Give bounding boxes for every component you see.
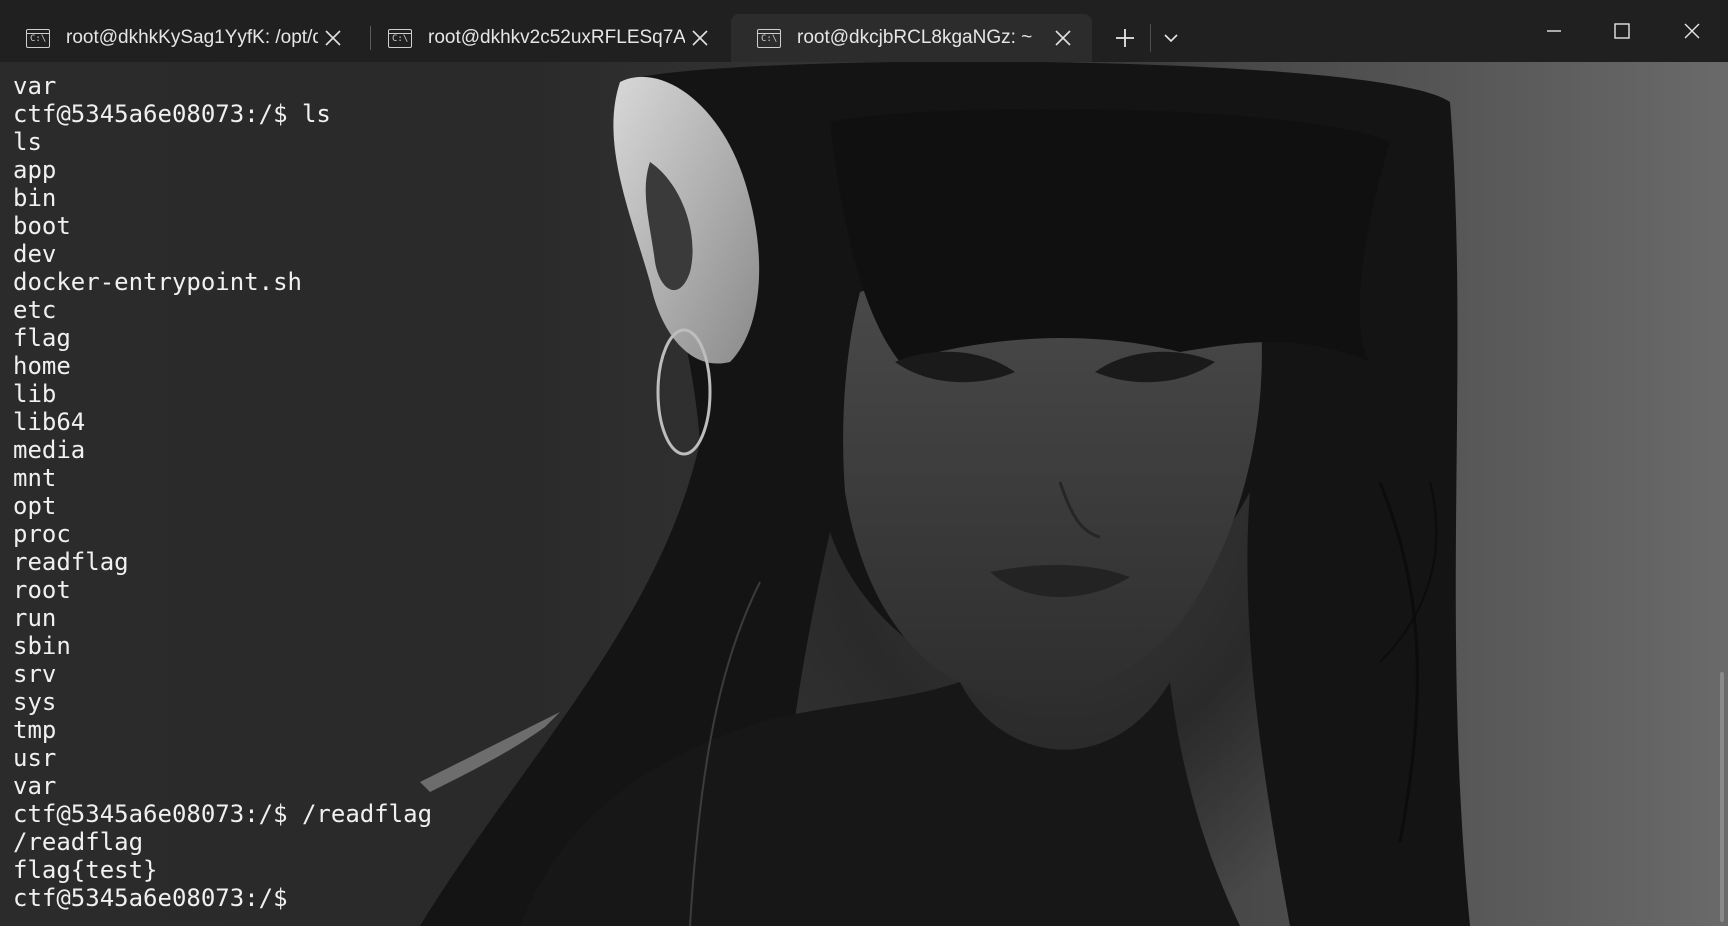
minimize-icon — [1547, 30, 1561, 32]
terminal-line: sbin — [13, 632, 71, 660]
terminal-line: run — [13, 604, 57, 632]
maximize-button[interactable] — [1590, 8, 1654, 54]
chevron-down-icon — [1164, 34, 1178, 43]
terminal-line: tmp — [13, 716, 57, 744]
tab-bar: C:\ root@dkhkKySag1YyfK: /opt/dc C:\ roo… — [0, 0, 1728, 62]
plus-icon — [1116, 29, 1134, 47]
tab-3-active[interactable]: C:\ root@dkcjbRCL8kgaNGz: ~ — [731, 14, 1092, 62]
terminal-output[interactable]: var ctf@5345a6e08073:/$ ls ls app bin boot dev… — [13, 72, 432, 912]
terminal-line: app — [13, 156, 57, 184]
terminal-line: etc — [13, 296, 57, 324]
terminal-line: srv — [13, 660, 57, 688]
tab-title: root@dkhkKySag1YyfK: /opt/dc — [66, 27, 318, 48]
terminal-icon: C:\ — [757, 28, 781, 48]
terminal-line: ctf@5345a6e08073:/$ /readflag — [13, 800, 433, 828]
terminal-line: proc — [13, 520, 71, 548]
tab-2[interactable]: C:\ root@dkhkv2c52uxRFLESq7AS: — [362, 14, 729, 62]
tab-dropdown-button[interactable] — [1156, 22, 1186, 54]
terminal-line: docker-entrypoint.sh — [13, 268, 302, 296]
new-tab-button[interactable] — [1108, 22, 1142, 54]
scrollbar[interactable] — [1720, 672, 1724, 922]
terminal-line: var — [13, 772, 57, 800]
terminal-line: lib64 — [13, 408, 86, 436]
terminal-line: flag — [13, 324, 71, 352]
terminal-line: dev — [13, 240, 57, 268]
terminal-line: media — [13, 436, 86, 464]
tab-title: root@dkhkv2c52uxRFLESq7AS: — [428, 27, 685, 48]
close-tab-icon[interactable] — [1048, 23, 1078, 53]
terminal-line: sys — [13, 688, 57, 716]
terminal-line: opt — [13, 492, 57, 520]
terminal-line: ctf@5345a6e08073:/$ — [13, 884, 302, 912]
close-icon — [1684, 23, 1700, 39]
terminal-line: boot — [13, 212, 71, 240]
terminal-line: bin — [13, 184, 57, 212]
terminal-line: ls — [13, 128, 42, 156]
terminal-line: mnt — [13, 464, 57, 492]
terminal-line: lib — [13, 380, 57, 408]
terminal-line: home — [13, 352, 71, 380]
terminal-line: /readflag — [13, 828, 144, 856]
maximize-icon — [1614, 23, 1630, 39]
terminal-icon: C:\ — [26, 28, 50, 48]
terminal-pane[interactable]: var ctf@5345a6e08073:/$ ls ls app bin boot dev… — [0, 62, 1728, 926]
terminal-line: ctf@5345a6e08073:/$ ls — [13, 100, 331, 128]
terminal-line: readflag — [13, 548, 129, 576]
terminal-icon: C:\ — [388, 28, 412, 48]
close-window-button[interactable] — [1660, 8, 1724, 54]
toolbar-separator — [1150, 24, 1151, 52]
terminal-line: usr — [13, 744, 57, 772]
terminal-line: root — [13, 576, 71, 604]
close-tab-icon[interactable] — [318, 23, 348, 53]
terminal-line: var — [13, 72, 57, 100]
tab-1[interactable]: C:\ root@dkhkKySag1YyfK: /opt/dc — [0, 14, 362, 62]
tab-title: root@dkcjbRCL8kgaNGz: ~ — [797, 27, 1033, 48]
minimize-button[interactable] — [1522, 8, 1586, 54]
close-tab-icon[interactable] — [685, 23, 715, 53]
terminal-line: flag{test} — [13, 856, 158, 884]
